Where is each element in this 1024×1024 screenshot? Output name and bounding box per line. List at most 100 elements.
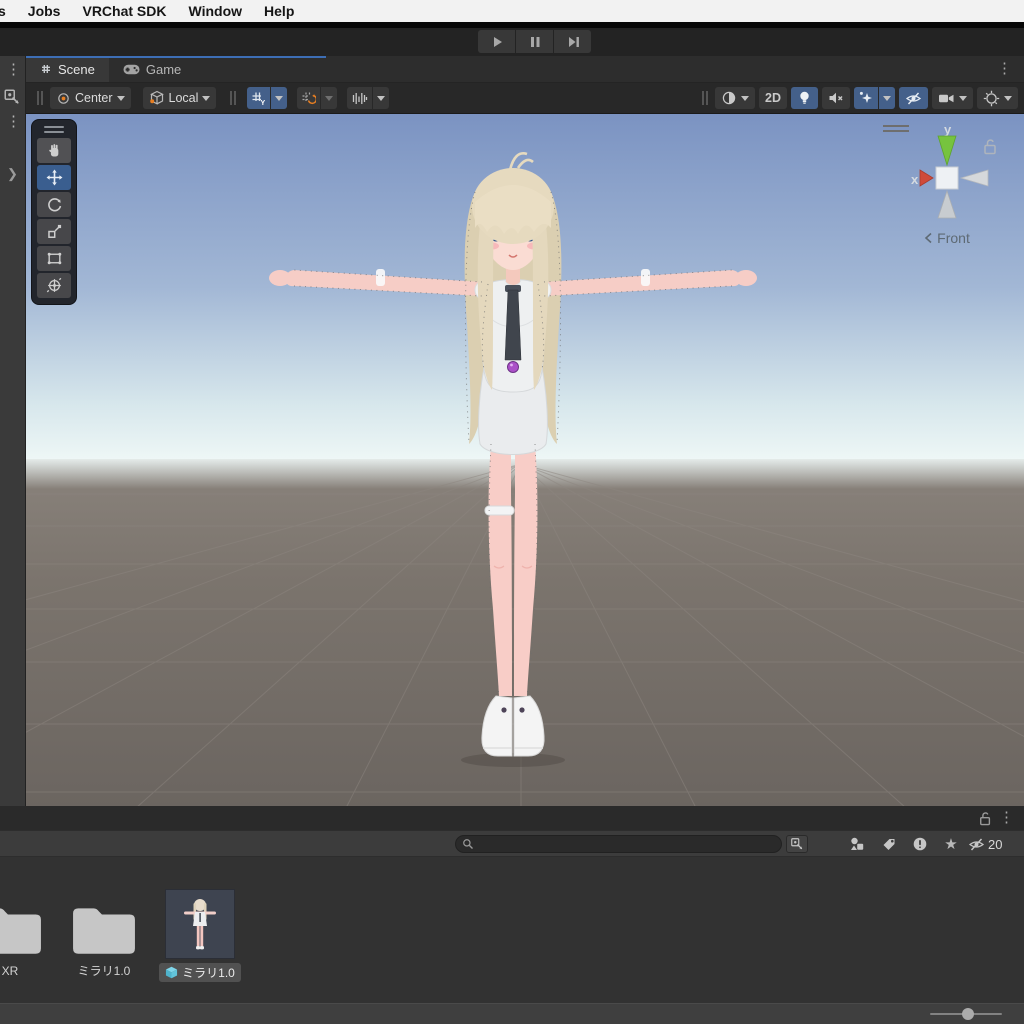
avatar-tie	[504, 289, 522, 361]
transform-tool-button[interactable]	[37, 273, 71, 298]
scene-3d-view	[26, 114, 1024, 806]
chevron-right-icon[interactable]: ❯	[7, 166, 18, 182]
scene-camera-dropdown[interactable]	[932, 87, 973, 109]
unity-editor-window: s Jobs VRChat SDK Window Help ⋮ ⋮ ❯ Scen…	[0, 0, 1024, 1024]
gizmo-y-axis-cone[interactable]	[937, 135, 957, 167]
project-panel-header: ⋮	[0, 806, 1024, 830]
toolbar-drag-handle[interactable]	[37, 91, 43, 105]
chevron-down-icon	[883, 95, 891, 101]
thumbnail-size-slider[interactable]	[930, 1008, 1002, 1020]
play-icon	[493, 36, 502, 47]
avatar-right-cuff	[641, 269, 650, 286]
search-in-picker-button[interactable]	[786, 835, 808, 853]
asset-label: XR	[1, 964, 19, 978]
pivot-mode-dropdown[interactable]: Center	[50, 87, 131, 109]
menu-item-truncated[interactable]: s	[0, 3, 6, 19]
hand-tool-button[interactable]	[37, 138, 71, 163]
gizmo-negx-axis-cone[interactable]	[959, 169, 989, 187]
main-toolbar	[0, 28, 1024, 56]
package-warning-button[interactable]	[906, 834, 934, 854]
pause-button[interactable]	[516, 30, 553, 53]
gizmo-negy-axis-cone[interactable]	[937, 189, 957, 219]
rotate-icon	[47, 198, 61, 212]
slider-knob[interactable]	[962, 1008, 974, 1020]
toolbar-drag-handle[interactable]	[230, 91, 237, 105]
gizmos-dropdown[interactable]	[977, 87, 1018, 109]
search-input[interactable]	[478, 836, 775, 852]
snap-settings-dropdown[interactable]	[373, 87, 390, 109]
camera-icon	[939, 94, 954, 102]
transport-controls	[478, 30, 591, 53]
shading-mode-dropdown[interactable]	[715, 87, 756, 109]
scale-tool-button[interactable]	[37, 219, 71, 244]
filter-type-icon	[851, 837, 864, 850]
gizmo-center-cube[interactable]	[935, 166, 959, 190]
project-panel-menu-icon[interactable]: ⋮	[999, 810, 1014, 825]
asset-folder-mirari[interactable]: ミラリ1.0	[66, 887, 142, 979]
scene-panel-menu-icon[interactable]: ⋮	[997, 61, 1012, 76]
tab-game[interactable]: Game	[109, 56, 195, 82]
menu-item-jobs[interactable]: Jobs	[28, 3, 61, 19]
scene-viewport[interactable]: y x Front	[26, 114, 1024, 806]
hidden-count-label: 20	[988, 836, 1003, 852]
scene-grid-icon	[42, 65, 50, 73]
increment-snap-dropdown[interactable]	[321, 87, 338, 109]
step-button[interactable]	[554, 30, 591, 53]
rect-tool-button[interactable]	[37, 246, 71, 271]
avatar-shadow	[461, 753, 565, 767]
tab-scene-label: Scene	[58, 61, 95, 77]
panel-menu-icon[interactable]: ⋮	[6, 62, 21, 77]
asset-label: ミラリ1.0	[77, 964, 131, 978]
hidden-packages-toggle[interactable]: 20	[968, 834, 1014, 854]
rotate-tool-button[interactable]	[37, 192, 71, 217]
scene-camera-menu-handle[interactable]	[883, 125, 909, 135]
grid-snap-icon: Y	[252, 92, 266, 106]
asset-prefab-mirari-selected[interactable]: ミラリ1.0	[158, 887, 242, 984]
scene-audio-toggle[interactable]	[822, 87, 850, 109]
local-cube-icon	[149, 90, 164, 105]
grid-snap-dropdown[interactable]	[271, 87, 288, 109]
scene-toolbar: Center Local Y 2D	[26, 83, 1024, 114]
scene-effects-dropdown[interactable]	[879, 87, 895, 109]
project-lock-open-icon[interactable]	[979, 811, 992, 826]
panel-menu-icon[interactable]: ⋮	[6, 114, 21, 129]
picker-icon[interactable]	[3, 88, 21, 111]
menu-item-help[interactable]: Help	[264, 3, 294, 19]
tab-scene[interactable]: Scene	[26, 56, 109, 82]
svg-text:Y: Y	[261, 100, 266, 106]
asset-grid[interactable]: XR ミラリ1.0 ミラリ1.0	[0, 857, 1024, 1009]
scene-effects-toggle[interactable]	[854, 87, 878, 109]
audio-muted-icon	[829, 92, 843, 104]
project-search-field[interactable]	[455, 835, 782, 853]
filter-by-type-button[interactable]	[843, 834, 871, 854]
snap-settings-button[interactable]	[347, 87, 373, 109]
filter-by-label-button[interactable]	[875, 834, 903, 854]
avatar-right-hand	[735, 270, 757, 286]
gizmo-lock-open-icon[interactable]	[983, 138, 998, 155]
tab-game-label: Game	[145, 61, 182, 77]
increment-snap-toggle[interactable]	[297, 87, 321, 109]
gizmo-view-label[interactable]: Front	[887, 230, 1007, 246]
rotation-mode-dropdown[interactable]: Local	[142, 87, 217, 109]
2d-toggle[interactable]: 2D	[759, 87, 787, 109]
project-toolbar: ★ 20	[0, 830, 1024, 857]
search-icon	[463, 839, 473, 849]
star-icon: ★	[944, 836, 958, 853]
avatar-left-cuff	[376, 269, 385, 286]
palette-drag-handle[interactable]	[44, 126, 64, 133]
scene-lighting-toggle[interactable]	[791, 87, 818, 109]
menu-item-vrchat-sdk[interactable]: VRChat SDK	[82, 3, 166, 19]
gizmo-y-label: y	[944, 122, 952, 137]
avatar-tie-gem	[507, 361, 519, 373]
scene-visibility-toggle[interactable]	[899, 87, 928, 109]
grid-snap-toggle[interactable]: Y	[247, 87, 271, 109]
avatar-left-hand	[269, 270, 291, 286]
menu-item-window[interactable]: Window	[189, 3, 243, 19]
hand-icon	[48, 144, 58, 157]
gizmo-x-axis-cone[interactable]	[919, 169, 934, 187]
move-tool-button[interactable]	[37, 165, 71, 190]
asset-folder-xr[interactable]: XR	[0, 887, 48, 979]
toolbar-drag-handle[interactable]	[702, 91, 709, 105]
play-button[interactable]	[478, 30, 515, 53]
favorites-button[interactable]: ★	[937, 834, 965, 854]
